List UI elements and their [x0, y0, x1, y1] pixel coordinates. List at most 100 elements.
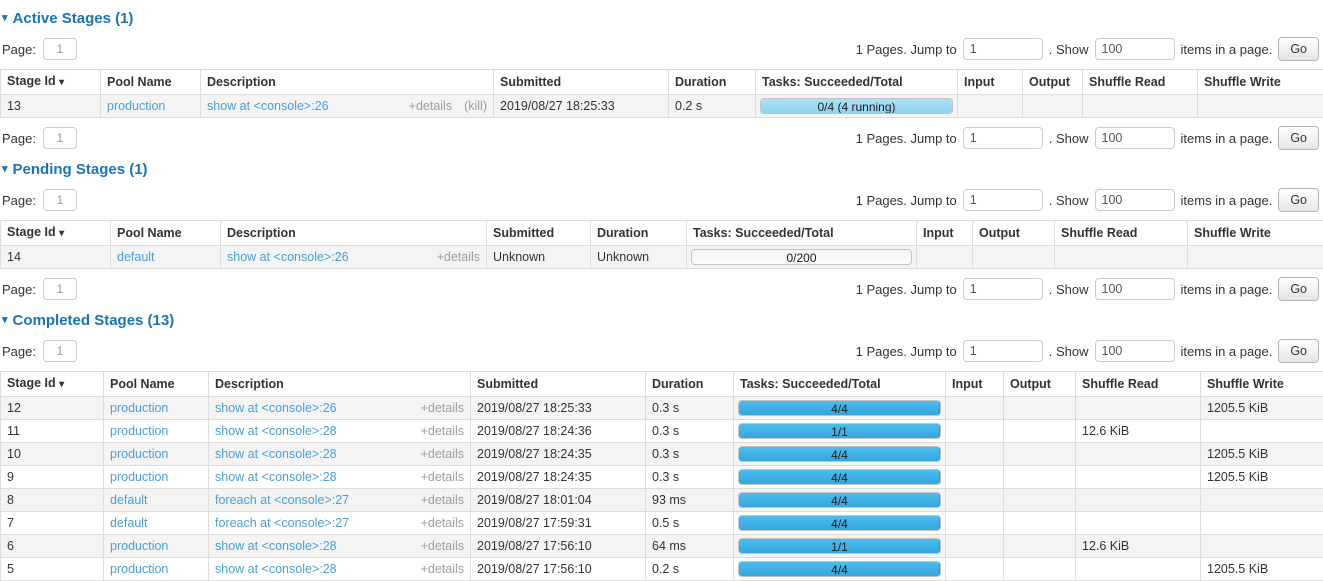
- details-toggle[interactable]: +details: [421, 562, 464, 576]
- page-size-input[interactable]: [1095, 127, 1175, 149]
- shuffle-read-cell: [1076, 489, 1201, 512]
- section-title-text: Completed Stages (13): [13, 312, 175, 329]
- col-description[interactable]: Description: [209, 372, 471, 397]
- details-toggle[interactable]: +details: [421, 447, 464, 461]
- col-shuffle-write[interactable]: Shuffle Write: [1188, 221, 1323, 246]
- description-link[interactable]: foreach at <console>:27: [215, 516, 349, 530]
- col-duration[interactable]: Duration: [591, 221, 687, 246]
- submitted-cell: 2019/08/27 18:01:04: [471, 489, 646, 512]
- pool-name-link[interactable]: production: [110, 424, 168, 438]
- col-duration[interactable]: Duration: [669, 70, 756, 95]
- jump-to-input[interactable]: [963, 189, 1043, 211]
- col-tasks[interactable]: Tasks: Succeeded/Total: [734, 372, 946, 397]
- description-link[interactable]: show at <console>:26: [207, 99, 329, 113]
- stage-id-cell: 6: [1, 535, 104, 558]
- page-size-input[interactable]: [1095, 189, 1175, 211]
- col-description[interactable]: Description: [221, 221, 487, 246]
- description-link[interactable]: show at <console>:26: [227, 250, 349, 264]
- col-duration[interactable]: Duration: [646, 372, 734, 397]
- duration-cell: 93 ms: [646, 489, 734, 512]
- col-pool-name[interactable]: Pool Name: [111, 221, 221, 246]
- col-shuffle-read[interactable]: Shuffle Read: [1083, 70, 1198, 95]
- col-shuffle-read[interactable]: Shuffle Read: [1076, 372, 1201, 397]
- details-toggle[interactable]: +details: [421, 539, 464, 553]
- col-shuffle-write[interactable]: Shuffle Write: [1201, 372, 1323, 397]
- col-tasks[interactable]: Tasks: Succeeded/Total: [756, 70, 958, 95]
- col-input[interactable]: Input: [958, 70, 1023, 95]
- page-size-input[interactable]: [1095, 340, 1175, 362]
- col-input[interactable]: Input: [946, 372, 1004, 397]
- show-label: . Show: [1049, 42, 1089, 57]
- col-submitted[interactable]: Submitted: [471, 372, 646, 397]
- go-button[interactable]: Go: [1278, 126, 1319, 150]
- pool-name-link[interactable]: default: [117, 250, 155, 264]
- pool-name-link[interactable]: production: [110, 447, 168, 461]
- details-toggle[interactable]: +details: [437, 250, 480, 264]
- description-link[interactable]: show at <console>:26: [215, 401, 337, 415]
- details-toggle[interactable]: +details: [421, 401, 464, 415]
- pool-name-link[interactable]: production: [107, 99, 165, 113]
- col-output[interactable]: Output: [1004, 372, 1076, 397]
- details-toggle[interactable]: +details: [421, 493, 464, 507]
- details-toggle[interactable]: +details: [421, 424, 464, 438]
- go-button[interactable]: Go: [1278, 188, 1319, 212]
- description-link[interactable]: show at <console>:28: [215, 424, 337, 438]
- description-link[interactable]: show at <console>:28: [215, 562, 337, 576]
- tasks-progress-bar: 0/200: [691, 249, 912, 265]
- go-button[interactable]: Go: [1278, 37, 1319, 61]
- go-button[interactable]: Go: [1278, 339, 1319, 363]
- section-header-pending-stages[interactable]: ▾ Pending Stages (1): [2, 161, 1321, 178]
- page-number-input[interactable]: [43, 38, 77, 60]
- pool-name-link[interactable]: production: [110, 470, 168, 484]
- page-number-input[interactable]: [43, 278, 77, 300]
- page-size-input[interactable]: [1095, 38, 1175, 60]
- description-link[interactable]: show at <console>:28: [215, 470, 337, 484]
- page-number-input[interactable]: [43, 340, 77, 362]
- col-stage-id[interactable]: Stage Id ▾: [1, 372, 104, 397]
- output-cell: [973, 246, 1055, 269]
- pool-name-link[interactable]: production: [110, 562, 168, 576]
- jump-to-input[interactable]: [963, 278, 1043, 300]
- page-size-input[interactable]: [1095, 278, 1175, 300]
- details-toggle[interactable]: +details: [421, 516, 464, 530]
- col-pool-name[interactable]: Pool Name: [101, 70, 201, 95]
- tasks-progress-bar: 4/4: [738, 492, 941, 508]
- col-submitted[interactable]: Submitted: [494, 70, 669, 95]
- col-shuffle-write[interactable]: Shuffle Write: [1198, 70, 1323, 95]
- col-stage-id[interactable]: Stage Id ▾: [1, 221, 111, 246]
- pool-name-link[interactable]: production: [110, 401, 168, 415]
- jump-to-input[interactable]: [963, 38, 1043, 60]
- sort-desc-icon: ▾: [59, 228, 64, 239]
- col-shuffle-read[interactable]: Shuffle Read: [1055, 221, 1188, 246]
- go-button[interactable]: Go: [1278, 277, 1319, 301]
- col-output[interactable]: Output: [1023, 70, 1083, 95]
- pages-count-label: 1 Pages. Jump to: [856, 131, 957, 146]
- jump-to-input[interactable]: [963, 340, 1043, 362]
- section-header-active-stages[interactable]: ▾ Active Stages (1): [2, 10, 1321, 27]
- description-link[interactable]: foreach at <console>:27: [215, 493, 349, 507]
- col-description[interactable]: Description: [201, 70, 494, 95]
- tasks-progress-label: 1/1: [739, 424, 940, 439]
- kill-link[interactable]: (kill): [464, 99, 487, 113]
- col-input[interactable]: Input: [917, 221, 973, 246]
- pool-name-link[interactable]: default: [110, 493, 148, 507]
- pages-count-label: 1 Pages. Jump to: [856, 344, 957, 359]
- section-header-completed-stages[interactable]: ▾ Completed Stages (13): [2, 312, 1321, 329]
- details-toggle[interactable]: +details: [409, 99, 452, 113]
- details-toggle[interactable]: +details: [421, 470, 464, 484]
- page-number-input[interactable]: [43, 189, 77, 211]
- submitted-cell: 2019/08/27 17:59:31: [471, 512, 646, 535]
- description-link[interactable]: show at <console>:28: [215, 447, 337, 461]
- page-number-input[interactable]: [43, 127, 77, 149]
- col-tasks[interactable]: Tasks: Succeeded/Total: [687, 221, 917, 246]
- col-submitted[interactable]: Submitted: [487, 221, 591, 246]
- col-stage-id[interactable]: Stage Id ▾: [1, 70, 101, 95]
- pool-name-link[interactable]: production: [110, 539, 168, 553]
- description-link[interactable]: show at <console>:28: [215, 539, 337, 553]
- jump-to-input[interactable]: [963, 127, 1043, 149]
- col-pool-name[interactable]: Pool Name: [104, 372, 209, 397]
- col-output[interactable]: Output: [973, 221, 1055, 246]
- shuffle-write-cell: 1205.5 KiB: [1201, 466, 1323, 489]
- page-label: Page:: [2, 193, 36, 208]
- pool-name-link[interactable]: default: [110, 516, 148, 530]
